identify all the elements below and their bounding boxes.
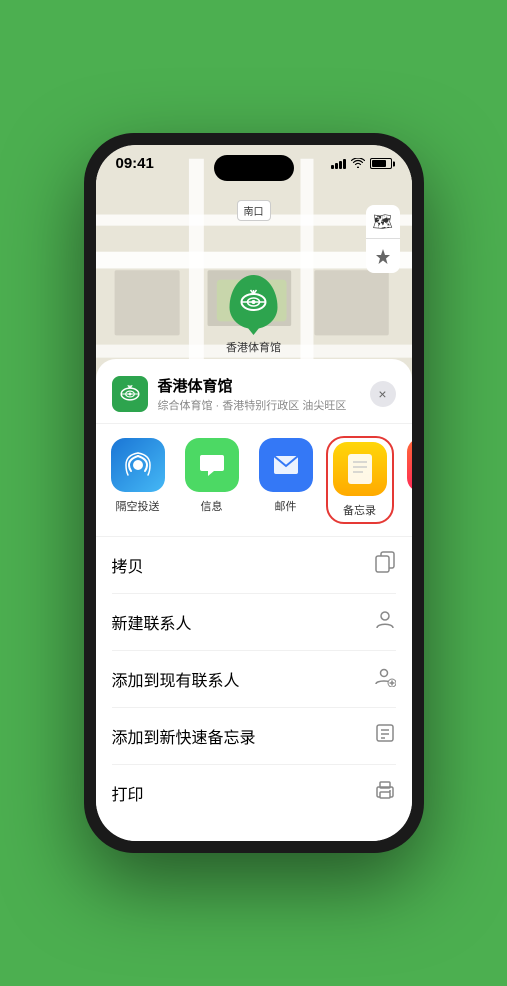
venue-name: 香港体育馆 (158, 375, 370, 396)
venue-icon (112, 376, 148, 412)
airdrop-icon (124, 451, 152, 479)
map-controls[interactable]: 🗺 (366, 205, 400, 273)
signal-icon (331, 159, 346, 169)
mail-icon (272, 454, 300, 476)
share-item-more[interactable]: 提 (402, 438, 412, 522)
battery-icon (370, 158, 392, 169)
status-icons (331, 157, 392, 171)
message-label: 信息 (201, 498, 223, 514)
share-item-airdrop[interactable]: 隔空投送 (106, 438, 170, 522)
share-item-mail[interactable]: 邮件 (254, 438, 318, 522)
close-button[interactable]: × (370, 381, 396, 407)
map-type-button[interactable]: 🗺 (366, 205, 400, 239)
stadium-marker: 香港体育馆 (226, 275, 281, 355)
airdrop-icon-wrap (111, 438, 165, 492)
new-contact-icon (374, 608, 396, 636)
copy-icon (374, 551, 396, 579)
venue-info: 香港体育馆 综合体育馆 · 香港特别行政区 油尖旺区 (158, 375, 370, 413)
share-item-message[interactable]: 信息 (180, 438, 244, 522)
share-item-notes[interactable]: 备忘录 (328, 438, 392, 522)
action-copy[interactable]: 拷贝 (112, 537, 396, 594)
print-label: 打印 (112, 781, 144, 805)
map-type-icon: 🗺 (372, 212, 392, 232)
mail-icon-wrap (259, 438, 313, 492)
add-notes-icon (374, 722, 396, 750)
wifi-icon (351, 157, 365, 171)
new-contact-label: 新建联系人 (112, 610, 192, 634)
phone-screen: 09:41 (96, 145, 412, 841)
map-label-prefix: 南口 (244, 207, 264, 218)
phone-frame: 09:41 (84, 133, 424, 853)
action-add-contact[interactable]: 添加到现有联系人 (112, 651, 396, 708)
action-list: 拷贝 新建联系人 (96, 537, 412, 821)
more-icon-wrap (407, 438, 412, 492)
venue-stadium-icon (119, 384, 141, 404)
location-button[interactable] (366, 239, 400, 273)
stadium-icon (239, 289, 269, 315)
marker-label: 香港体育馆 (226, 339, 281, 355)
status-time: 09:41 (116, 155, 154, 172)
add-contact-icon (374, 665, 396, 693)
add-notes-label: 添加到新快速备忘录 (112, 724, 256, 748)
venue-description: 综合体育馆 · 香港特别行政区 油尖旺区 (158, 397, 370, 413)
notes-label: 备忘录 (343, 502, 376, 518)
action-add-notes[interactable]: 添加到新快速备忘录 (112, 708, 396, 765)
action-new-contact[interactable]: 新建联系人 (112, 594, 396, 651)
mail-label: 邮件 (275, 498, 297, 514)
message-icon (198, 451, 226, 479)
compass-icon (375, 248, 391, 264)
notes-icon (345, 452, 375, 486)
airdrop-label: 隔空投送 (116, 498, 160, 514)
marker-icon (230, 275, 278, 329)
share-row: 隔空投送 信息 (96, 424, 412, 537)
message-icon-wrap (185, 438, 239, 492)
notes-icon-wrap (333, 442, 387, 496)
action-print[interactable]: 打印 (112, 765, 396, 821)
copy-label: 拷贝 (112, 553, 144, 577)
sheet-header: 香港体育馆 综合体育馆 · 香港特别行政区 油尖旺区 × (96, 359, 412, 424)
map-label: 南口 (237, 200, 271, 221)
bottom-sheet: 香港体育馆 综合体育馆 · 香港特别行政区 油尖旺区 × (96, 359, 412, 841)
add-contact-label: 添加到现有联系人 (112, 667, 240, 691)
print-icon (374, 779, 396, 807)
dynamic-island (214, 155, 294, 181)
